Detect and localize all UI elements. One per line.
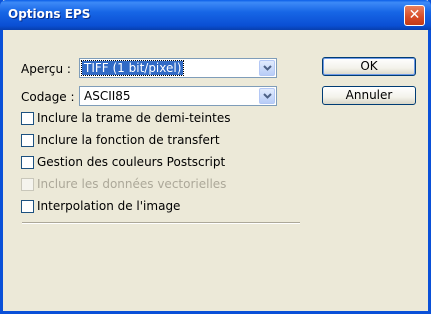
checkbox[interactable] (21, 133, 34, 147)
option-label: Gestion des couleurs Postscript (37, 155, 226, 169)
apercu-label: Aperçu : (21, 62, 71, 76)
annuler-button[interactable]: Annuler (322, 86, 416, 105)
title-bar[interactable]: Options EPS ✕ (0, 0, 431, 30)
checkbox[interactable] (21, 199, 34, 213)
apercu-dropdown-button[interactable] (259, 60, 275, 76)
option-label: Inclure la fonction de transfert (37, 133, 220, 147)
close-button[interactable]: ✕ (404, 5, 425, 26)
apercu-select[interactable]: TIFF (1 bit/pixel) (79, 58, 277, 78)
separator (22, 222, 300, 224)
codage-label: Codage : (21, 90, 75, 104)
option-label: Inclure les données vectorielles (37, 177, 227, 191)
option-donnees-vectorielles: Inclure les données vectorielles (21, 176, 226, 192)
window-title: Options EPS (8, 7, 91, 21)
checkbox[interactable] (21, 155, 34, 169)
option-trame-demi-teintes[interactable]: Inclure la trame de demi-teintes (21, 110, 230, 126)
codage-select[interactable]: ASCII85 (79, 86, 277, 106)
codage-selected-value: ASCII85 (84, 89, 131, 103)
option-gestion-couleurs[interactable]: Gestion des couleurs Postscript (21, 154, 225, 170)
apercu-selected-value: TIFF (1 bit/pixel) (80, 60, 185, 76)
chevron-down-icon (262, 65, 272, 71)
option-label: Interpolation de l'image (37, 199, 181, 213)
chevron-down-icon (262, 93, 272, 99)
checkbox[interactable] (21, 111, 34, 125)
codage-dropdown-button[interactable] (259, 88, 275, 104)
options-eps-dialog: Options EPS ✕ Aperçu : TIFF (1 bit/pixel… (0, 0, 431, 314)
close-icon: ✕ (408, 7, 421, 23)
checkbox (21, 177, 34, 191)
ok-button[interactable]: OK (322, 57, 416, 76)
option-label: Inclure la trame de demi-teintes (37, 111, 231, 125)
option-fonction-transfert[interactable]: Inclure la fonction de transfert (21, 132, 220, 148)
option-interpolation-image[interactable]: Interpolation de l'image (21, 198, 180, 214)
